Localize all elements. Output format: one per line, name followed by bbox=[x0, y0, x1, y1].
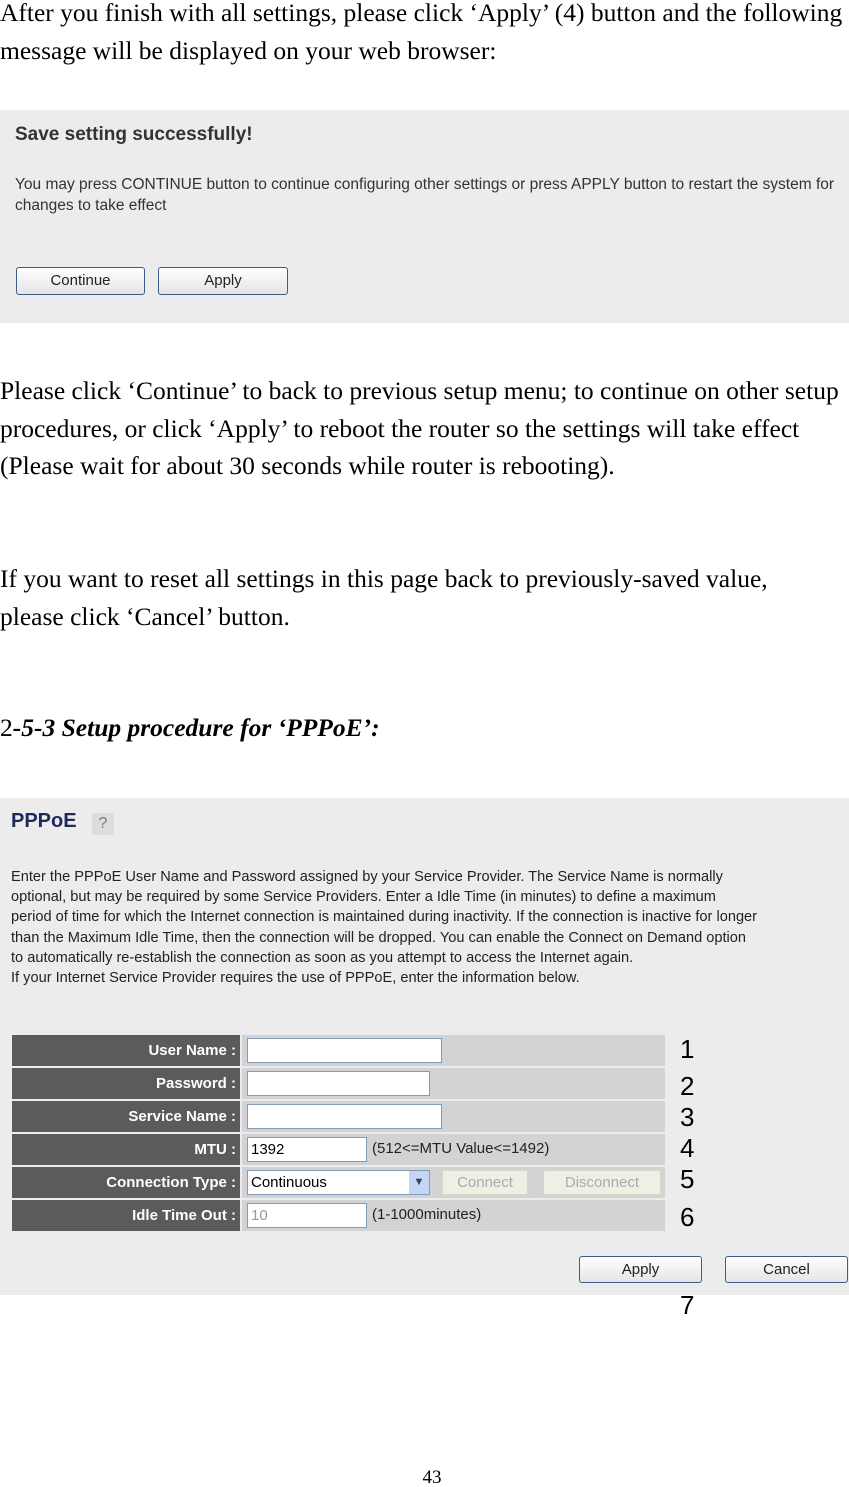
user-name-row: User Name : bbox=[12, 1035, 665, 1066]
pppoe-description: Enter the PPPoE User Name and Password a… bbox=[11, 867, 849, 988]
connect-button[interactable]: Connect bbox=[442, 1170, 528, 1195]
idle-time-hint: (1-1000minutes) bbox=[372, 1206, 482, 1223]
chevron-down-icon[interactable]: ▼ bbox=[409, 1171, 429, 1194]
intro-paragraph: After you finish with all settings, plea… bbox=[0, 0, 843, 65]
callout-7: 7 bbox=[680, 1290, 695, 1320]
connection-type-label: Connection Type : bbox=[12, 1167, 240, 1198]
user-name-input[interactable] bbox=[247, 1038, 442, 1063]
callout-4: 4 bbox=[680, 1133, 695, 1163]
description-line: optional, but may be required by some Se… bbox=[11, 889, 716, 906]
description-line: period of time for which the Internet co… bbox=[11, 909, 758, 926]
description-line: Enter the PPPoE User Name and Password a… bbox=[11, 869, 723, 885]
mtu-row: MTU : 1392 (512<=MTU Value<=1492) bbox=[12, 1134, 665, 1165]
heading-prefix: 2 bbox=[0, 713, 13, 742]
save-title: Save setting successfully! bbox=[15, 124, 253, 145]
document-page: After you finish with all settings, plea… bbox=[0, 0, 849, 1487]
continue-button[interactable]: Continue bbox=[16, 267, 145, 295]
mtu-hint: (512<=MTU Value<=1492) bbox=[372, 1140, 550, 1157]
page-number: 43 bbox=[422, 1467, 442, 1487]
cancel-paragraph: If you want to reset all settings in thi… bbox=[0, 564, 768, 631]
pppoe-title: PPPoE bbox=[11, 810, 77, 832]
password-input[interactable] bbox=[247, 1071, 430, 1096]
description-line: to automatically re-establish the connec… bbox=[11, 949, 634, 966]
save-success-screenshot: Save setting successfully! You may press… bbox=[0, 110, 849, 323]
connection-type-value: Continuous bbox=[251, 1174, 327, 1191]
save-message: You may press CONTINUE button to continu… bbox=[15, 176, 835, 214]
continue-apply-paragraph: Please click ‘Continue’ to back to previ… bbox=[0, 376, 839, 480]
password-row: Password : bbox=[12, 1068, 665, 1099]
callout-2: 2 bbox=[680, 1071, 695, 1101]
pppoe-screenshot: PPPoE ? Enter the PPPoE User Name and Pa… bbox=[0, 798, 849, 1295]
apply-button[interactable]: Apply bbox=[158, 267, 288, 295]
idle-time-row: Idle Time Out : 10 (1-1000minutes) bbox=[12, 1200, 665, 1231]
callout-6: 6 bbox=[680, 1202, 695, 1232]
callout-5: 5 bbox=[680, 1164, 695, 1194]
description-line: If your Internet Service Provider requir… bbox=[11, 970, 580, 987]
disconnect-button[interactable]: Disconnect bbox=[543, 1170, 661, 1195]
section-heading: 2-5-3 Setup procedure for ‘PPPoE’: bbox=[0, 709, 849, 747]
service-name-input[interactable] bbox=[247, 1104, 442, 1129]
pppoe-apply-button[interactable]: Apply bbox=[579, 1256, 702, 1283]
description-line: than the Maximum Idle Time, then the con… bbox=[11, 929, 747, 946]
pppoe-cancel-button[interactable]: Cancel bbox=[725, 1256, 848, 1283]
service-name-row: Service Name : bbox=[12, 1101, 665, 1132]
idle-time-label: Idle Time Out : bbox=[12, 1200, 240, 1231]
callout-3: 3 bbox=[680, 1102, 695, 1132]
connection-type-row: Connection Type : Continuous ▼ Connect Disco… bbox=[12, 1167, 665, 1198]
idle-time-input[interactable]: 10 bbox=[247, 1203, 367, 1228]
help-icon[interactable]: ? bbox=[92, 813, 114, 835]
mtu-label: MTU : bbox=[12, 1134, 240, 1165]
connection-type-select[interactable]: Continuous ▼ bbox=[247, 1170, 430, 1195]
heading-text: -5-3 Setup procedure for ‘PPPoE’: bbox=[12, 713, 380, 742]
user-name-label: User Name : bbox=[12, 1035, 240, 1066]
password-label: Password : bbox=[12, 1068, 240, 1099]
service-name-label: Service Name : bbox=[12, 1101, 240, 1132]
callout-1: 1 bbox=[680, 1034, 695, 1064]
mtu-input[interactable]: 1392 bbox=[247, 1137, 367, 1162]
